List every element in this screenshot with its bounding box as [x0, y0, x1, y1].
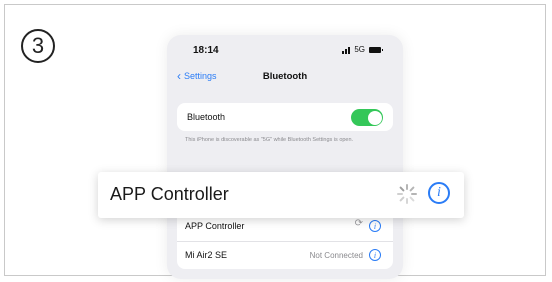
bluetooth-toggle-row: Bluetooth [177, 103, 393, 131]
signal-icon [342, 46, 351, 54]
zoomed-device-row[interactable]: APP Controller i [98, 172, 464, 218]
step-frame: 3 18:14 5G ‹ Settings Bluetooth Bluetoot… [4, 4, 546, 279]
nav-bar: ‹ Settings Bluetooth [167, 69, 403, 89]
loading-spinner-icon: ⟳ [354, 218, 363, 229]
device-name: Mi Air2 SE [185, 250, 228, 260]
network-label: 5G [354, 45, 365, 54]
toggle-knob [367, 110, 382, 125]
page-title: Bluetooth [262, 71, 308, 82]
device-status: Not Connected [309, 251, 363, 260]
step-number-badge: 3 [21, 29, 55, 63]
status-time: 18:14 [193, 45, 219, 56]
status-icons: 5G [342, 45, 383, 54]
zoomed-device-name: APP Controller [110, 184, 229, 204]
device-list: APP Controller ⟳ i Mi Air2 SE Not Connec… [177, 209, 393, 269]
info-icon[interactable]: i [428, 182, 450, 204]
info-icon[interactable]: i [369, 249, 381, 261]
device-name: APP Controller [185, 221, 245, 231]
bluetooth-toggle[interactable] [351, 109, 383, 126]
info-icon[interactable]: i [369, 220, 381, 232]
discoverable-note: This iPhone is discoverable as "5G" whil… [185, 137, 354, 143]
device-row-mi-air2-se[interactable]: Mi Air2 SE Not Connected i [177, 241, 393, 270]
status-bar: 18:14 5G [167, 45, 403, 61]
bluetooth-label: Bluetooth [187, 112, 226, 122]
battery-icon [369, 46, 383, 53]
loading-spinner-icon [397, 184, 417, 204]
phone-screen: 18:14 5G ‹ Settings Bluetooth Bluetooth … [167, 35, 403, 279]
